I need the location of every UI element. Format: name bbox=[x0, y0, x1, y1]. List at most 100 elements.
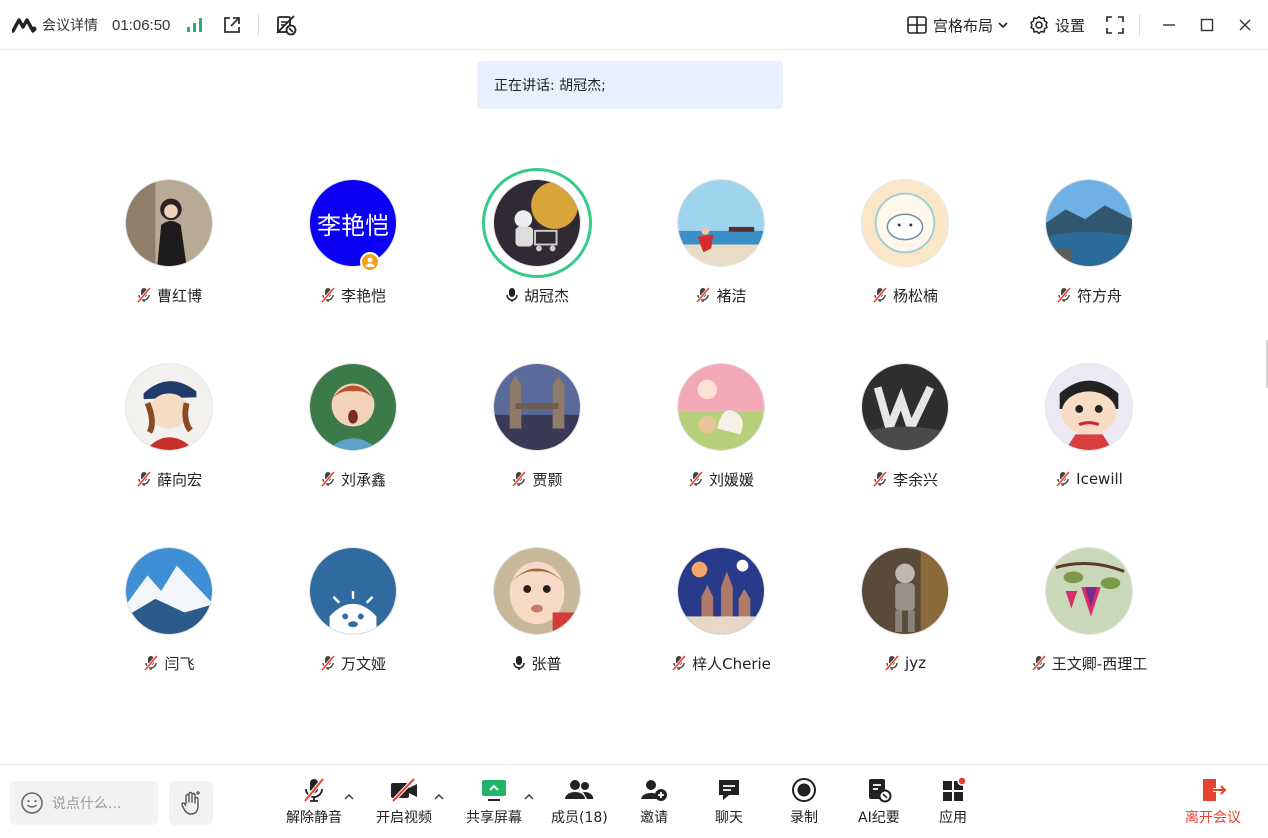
start-video-label: 开启视频 bbox=[376, 810, 432, 826]
participant-tile[interactable]: 胡冠杰 bbox=[445, 168, 629, 352]
participant-name-row: 杨松楠 bbox=[872, 286, 938, 305]
avatar-frame bbox=[482, 352, 592, 462]
leave-meeting-button[interactable]: 离开会议 bbox=[1185, 775, 1241, 827]
members-button[interactable]: 成员(18) bbox=[551, 775, 608, 827]
raise-hand-button[interactable] bbox=[169, 781, 213, 825]
avatar-image bbox=[862, 180, 948, 266]
participant-tile[interactable]: 薛向宏 bbox=[77, 352, 261, 536]
mic-muted-icon bbox=[144, 655, 159, 671]
participant-avatar[interactable] bbox=[493, 179, 581, 267]
mic-muted-icon bbox=[512, 471, 527, 487]
participant-avatar[interactable] bbox=[677, 179, 765, 267]
video-off-settings-icon[interactable] bbox=[275, 14, 297, 36]
participant-avatar[interactable] bbox=[125, 179, 213, 267]
participant-tile[interactable]: 梓人Cherie bbox=[629, 536, 813, 720]
participant-avatar[interactable] bbox=[1045, 547, 1133, 635]
avatar-frame bbox=[482, 536, 592, 646]
avatar-image bbox=[310, 364, 396, 450]
ai-summary-button[interactable]: AI纪要 bbox=[858, 775, 900, 827]
participant-tile[interactable]: jyz bbox=[813, 536, 997, 720]
quick-chat-input[interactable]: 说点什么... bbox=[10, 781, 158, 825]
participant-avatar[interactable] bbox=[861, 547, 949, 635]
mic-muted-icon bbox=[136, 471, 152, 487]
share-options-caret-icon[interactable] bbox=[524, 793, 534, 801]
participant-avatar[interactable] bbox=[677, 547, 765, 635]
leave-label: 离开会议 bbox=[1185, 810, 1241, 826]
participant-avatar[interactable] bbox=[309, 363, 397, 451]
network-signal-icon[interactable] bbox=[186, 17, 204, 33]
participant-tile[interactable]: 符方舟 bbox=[997, 168, 1181, 352]
participant-tile[interactable]: 李艳恺 李艳恺 bbox=[261, 168, 445, 352]
participant-grid: 曹红博 李艳恺 李艳恺 胡冠杰 褚洁 杨松楠 符方舟 薛向宏 刘承鑫 贾颢 刘媛媛 李余兴 Icewil… bbox=[77, 168, 1193, 720]
participant-avatar[interactable]: 李艳恺 bbox=[309, 179, 397, 267]
chat-button[interactable]: 聊天 bbox=[715, 775, 743, 827]
participant-tile[interactable]: 李余兴 bbox=[813, 352, 997, 536]
audio-options-caret-icon[interactable] bbox=[344, 793, 354, 801]
start-video-button[interactable]: 开启视频 bbox=[376, 775, 432, 827]
pop-out-icon[interactable] bbox=[222, 15, 242, 35]
invite-user-icon bbox=[641, 780, 667, 801]
settings-label: 设置 bbox=[1054, 16, 1085, 35]
avatar-frame bbox=[482, 168, 592, 278]
mic-muted-icon bbox=[872, 287, 888, 303]
mic-muted-icon bbox=[696, 287, 711, 303]
participant-avatar[interactable] bbox=[309, 547, 397, 635]
participant-tile[interactable]: Icewill bbox=[997, 352, 1181, 536]
fullscreen-icon[interactable] bbox=[1105, 15, 1125, 35]
participant-avatar[interactable] bbox=[1045, 179, 1133, 267]
share-screen-label: 共享屏幕 bbox=[466, 810, 522, 826]
unmute-button[interactable]: 解除静音 bbox=[286, 775, 342, 827]
participant-name-row: 符方舟 bbox=[1056, 286, 1122, 305]
close-icon[interactable] bbox=[1236, 16, 1254, 34]
participant-avatar[interactable] bbox=[125, 363, 213, 451]
participant-tile[interactable]: 刘媛媛 bbox=[629, 352, 813, 536]
participant-name-row: jyz bbox=[884, 654, 926, 672]
participant-tile[interactable]: 闫飞 bbox=[77, 536, 261, 720]
participant-avatar[interactable] bbox=[1045, 363, 1133, 451]
avatar-image bbox=[126, 548, 212, 634]
avatar-image bbox=[126, 180, 212, 266]
participant-name: 刘承鑫 bbox=[340, 470, 386, 489]
settings-button[interactable]: 设置 bbox=[1029, 15, 1085, 36]
record-button[interactable]: 录制 bbox=[790, 775, 818, 827]
participant-tile[interactable]: 万文娅 bbox=[261, 536, 445, 720]
participant-name-row: 李艳恺 bbox=[320, 286, 386, 305]
avatar-frame bbox=[850, 352, 960, 462]
invite-button[interactable]: 邀请 bbox=[640, 775, 668, 827]
avatar-frame bbox=[1034, 168, 1144, 278]
participant-avatar[interactable] bbox=[493, 363, 581, 451]
participant-tile[interactable]: 张普 bbox=[445, 536, 629, 720]
participant-avatar[interactable] bbox=[125, 547, 213, 635]
participant-avatar[interactable] bbox=[861, 179, 949, 267]
participant-tile[interactable]: 贾颢 bbox=[445, 352, 629, 536]
mic-muted-icon bbox=[884, 655, 900, 671]
share-screen-icon bbox=[482, 780, 506, 801]
apps-button[interactable]: 应用 bbox=[939, 775, 967, 827]
participant-tile[interactable]: 杨松楠 bbox=[813, 168, 997, 352]
participant-tile[interactable]: 褚洁 bbox=[629, 168, 813, 352]
host-badge-icon bbox=[360, 252, 380, 272]
participant-tile[interactable]: 刘承鑫 bbox=[261, 352, 445, 536]
participant-tile[interactable]: 王文卿-西理工 bbox=[997, 536, 1181, 720]
participant-tile[interactable]: 曹红博 bbox=[77, 168, 261, 352]
leave-icon bbox=[1203, 779, 1227, 801]
meeting-toolbar: 说点什么... 解除静音 开启视频 共享屏幕 成员(18) 邀请 聊天 录制 A… bbox=[0, 764, 1268, 838]
participant-avatar[interactable] bbox=[677, 363, 765, 451]
share-screen-button[interactable]: 共享屏幕 bbox=[466, 775, 522, 827]
meeting-details-link[interactable]: 会议详情 bbox=[42, 15, 98, 35]
participant-name: 曹红博 bbox=[156, 286, 202, 305]
participant-avatar[interactable] bbox=[861, 363, 949, 451]
record-label: 录制 bbox=[790, 810, 818, 826]
participant-name-row: 张普 bbox=[512, 654, 562, 673]
avatar-frame bbox=[114, 168, 224, 278]
participant-name: 胡冠杰 bbox=[523, 286, 569, 305]
participant-avatar[interactable] bbox=[493, 547, 581, 635]
video-options-caret-icon[interactable] bbox=[434, 793, 444, 801]
maximize-icon[interactable] bbox=[1198, 16, 1216, 34]
emoji-icon[interactable] bbox=[20, 791, 44, 815]
avatar-frame bbox=[298, 536, 408, 646]
avatar-image bbox=[494, 548, 580, 634]
participant-name-row: Icewill bbox=[1055, 470, 1123, 488]
minimize-icon[interactable] bbox=[1160, 16, 1178, 34]
grid-layout-button[interactable]: 宫格布局 bbox=[907, 15, 1009, 36]
